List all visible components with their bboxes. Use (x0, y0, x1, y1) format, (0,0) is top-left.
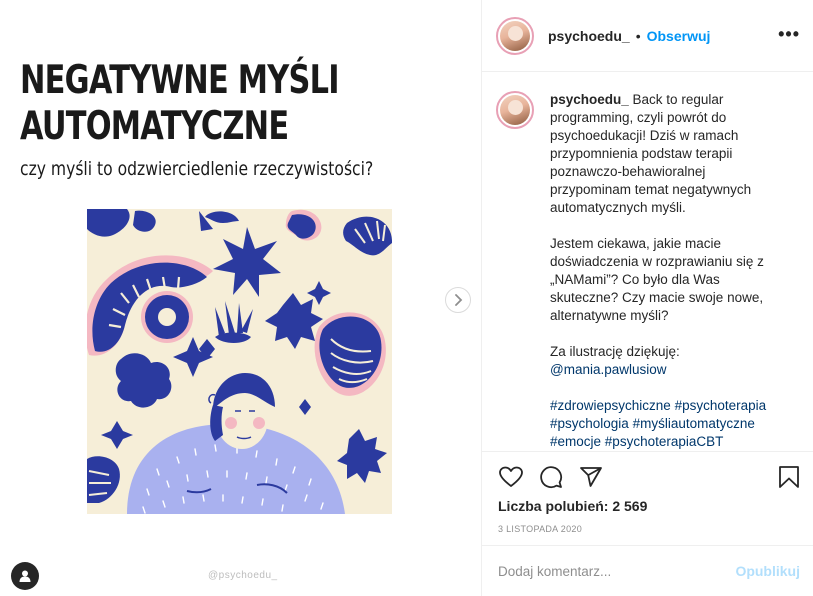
caption-credit-text: Za ilustrację dziękuję: (550, 344, 680, 359)
publish-button[interactable]: Opublikuj (735, 563, 800, 579)
caption-paragraph-1: Back to regular programming, czyli powró… (550, 92, 752, 215)
caption-username-link[interactable]: psychoedu_ (550, 92, 629, 107)
instagram-post: NEGATYWNE MYŚLI AUTOMATYCZNE czy myśli t… (0, 0, 813, 596)
caption: psychoedu_ Back to regular programming, … (496, 91, 800, 451)
hashtag-link[interactable]: #emocje (550, 434, 601, 449)
save-button[interactable] (776, 464, 802, 490)
credit-mention-link[interactable]: @mania.pawlusiow (550, 362, 667, 377)
hashtags: #zdrowiepsychiczne #psychoterapia #psych… (550, 397, 788, 451)
separator-dot: • (635, 27, 641, 44)
user-icon (19, 570, 31, 582)
media-title-line-2: AUTOMATYCZNE (20, 104, 289, 149)
comments-section[interactable]: psychoedu_ Back to regular programming, … (482, 73, 813, 451)
comment-button[interactable] (538, 464, 564, 490)
bookmark-icon (779, 466, 799, 488)
illustration (87, 209, 392, 514)
post-header: psychoedu_ • Obserwuj ••• (482, 0, 813, 72)
share-button[interactable] (578, 464, 604, 490)
caption-text: psychoedu_ Back to regular programming, … (550, 91, 788, 451)
hashtag-link[interactable]: #myśliautomatyczne (633, 416, 755, 431)
media-title: NEGATYWNE MYŚLI AUTOMATYCZNE (20, 58, 348, 150)
post-side-panel: psychoedu_ • Obserwuj ••• psychoedu_ Bac… (481, 0, 813, 596)
media-title-line-1: NEGATYWNE MYŚLI (20, 58, 340, 103)
caption-avatar[interactable] (496, 91, 534, 129)
chevron-right-icon (455, 294, 463, 306)
illustration-drawing (87, 209, 392, 514)
media-watermark: @psychoedu_ (208, 570, 278, 581)
hashtag-link[interactable]: #psychoterapia (675, 398, 767, 413)
hashtag-link[interactable]: #zdrowiepsychiczne (550, 398, 671, 413)
media-subtitle: czy myśli to odzwierciedlenie rzeczywist… (20, 158, 374, 180)
follow-button[interactable]: Obserwuj (647, 28, 711, 44)
like-button[interactable] (498, 464, 524, 490)
hashtag-link[interactable]: #psychoterapiaCBT (605, 434, 724, 449)
add-comment-bar: Opublikuj (482, 545, 813, 596)
hashtag-link[interactable]: #psychologia (550, 416, 629, 431)
more-options-icon[interactable]: ••• (778, 25, 800, 43)
post-date[interactable]: 3 LISTOPADA 2020 (498, 524, 582, 534)
next-slide-button[interactable] (445, 287, 471, 313)
username-link[interactable]: psychoedu_ (548, 28, 630, 44)
post-media[interactable]: NEGATYWNE MYŚLI AUTOMATYCZNE czy myśli t… (0, 0, 481, 596)
heart-icon (499, 466, 523, 487)
caption-paragraph-2: Jestem ciekawa, jakie macie doświadczeni… (550, 236, 764, 323)
comment-icon (540, 466, 563, 489)
likes-count[interactable]: Liczba polubień: 2 569 (498, 498, 647, 514)
share-icon (580, 467, 602, 487)
post-actions: Liczba polubień: 2 569 3 LISTOPADA 2020 (482, 451, 813, 545)
avatar[interactable] (496, 16, 534, 55)
comment-input[interactable] (498, 563, 728, 579)
tagged-users-button[interactable] (11, 562, 39, 590)
action-icons (498, 464, 604, 490)
